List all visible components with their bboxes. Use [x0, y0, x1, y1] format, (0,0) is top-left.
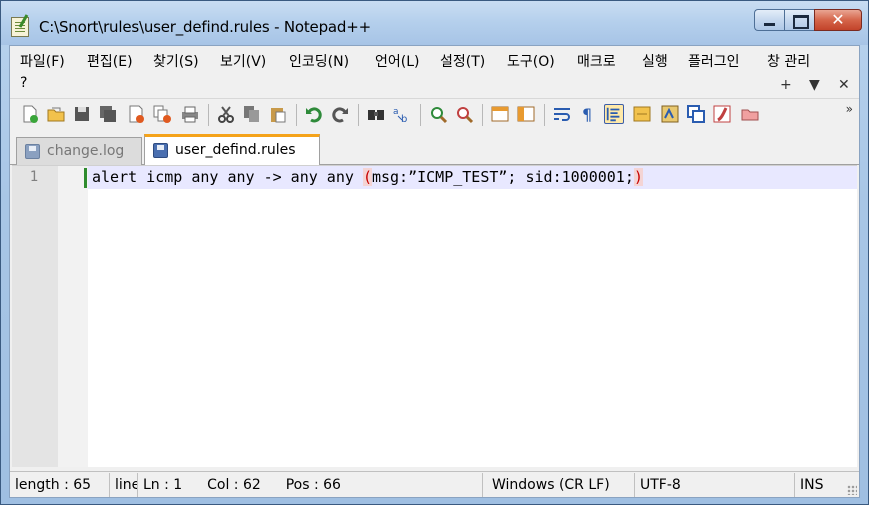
tab-change-log[interactable]: change.log ✕	[16, 137, 142, 188]
code-line[interactable]: alert icmp any any -> any any (msg:”ICMP…	[88, 166, 857, 189]
code-text: alert icmp any any -> any any	[92, 168, 363, 186]
copy-icon[interactable]	[242, 104, 262, 124]
menu-window[interactable]: 창 관리	[767, 51, 810, 71]
status-col: Col : 62	[207, 477, 261, 493]
notepad-app-icon	[11, 17, 29, 37]
status-length: length : 65	[10, 473, 110, 497]
function-list-icon[interactable]	[660, 104, 680, 124]
change-history-marker	[84, 168, 87, 188]
folder-icon[interactable]	[740, 104, 760, 124]
menu-language[interactable]: 언어(L)	[375, 51, 419, 71]
close-icon: ✕	[831, 10, 845, 29]
menu-tools[interactable]: 도구(O)	[507, 51, 555, 71]
zoom-out-icon[interactable]	[454, 104, 474, 124]
toolbar-separator	[482, 104, 483, 126]
new-file-icon[interactable]	[20, 104, 40, 124]
cut-icon[interactable]	[216, 104, 236, 124]
status-bar: length : 65 lines : 1 Ln : 1 Col : 62 Po…	[10, 471, 859, 497]
close-document-button[interactable]: ✕	[838, 77, 850, 93]
save-icon[interactable]	[72, 104, 92, 124]
status-eol[interactable]: Windows (CR LF)	[487, 473, 635, 497]
toolbar-separator	[544, 104, 545, 126]
menu-macro[interactable]: 매크로	[577, 51, 616, 71]
print-icon[interactable]	[180, 104, 200, 124]
menu-search[interactable]: 찾기(S)	[153, 51, 199, 71]
status-ln: Ln : 1	[143, 477, 183, 493]
menu-edit[interactable]: 편집(E)	[87, 51, 133, 71]
menu-settings[interactable]: 설정(T)	[440, 51, 485, 71]
close-file-icon[interactable]	[126, 104, 146, 124]
close-all-icon[interactable]	[152, 104, 172, 124]
toolbar: ab ¶ »	[10, 98, 859, 130]
show-all-chars-icon[interactable]: ¶	[578, 104, 598, 124]
save-all-icon[interactable]	[98, 104, 118, 124]
status-insert-mode[interactable]: INS	[795, 473, 843, 497]
title-bar[interactable]: C:\Snort\rules\user_defind.rules - Notep…	[1, 1, 868, 45]
status-pos: Pos : 66	[285, 477, 341, 493]
minimize-button[interactable]	[754, 9, 784, 31]
new-tab-plus-button[interactable]: +	[780, 77, 792, 93]
toolbar-separator	[420, 104, 421, 126]
svg-text:a: a	[393, 107, 399, 117]
window-controls: ✕	[754, 9, 862, 31]
macro-record-icon[interactable]	[712, 104, 732, 124]
resize-grip[interactable]	[847, 485, 857, 495]
menu-plugins[interactable]: 플러그인	[688, 51, 740, 71]
sync-horizontal-icon[interactable]	[516, 104, 536, 124]
close-window-button[interactable]: ✕	[814, 9, 862, 31]
line-number-gutter: 1	[12, 166, 58, 467]
tab-list-dropdown-button[interactable]: ▼	[809, 77, 820, 93]
replace-icon[interactable]: ab	[392, 104, 412, 124]
tab-bar: change.log ✕ user_defind.rules ✕	[10, 132, 859, 188]
notepadpp-window: C:\Snort\rules\user_defind.rules - Notep…	[0, 0, 869, 505]
tab-label: user_defind.rules	[175, 142, 296, 158]
indent-guide-icon[interactable]	[604, 104, 624, 124]
client-area: 파일(F) 편집(E) 찾기(S) 보기(V) 인코딩(N) 언어(L) 설정(…	[9, 45, 860, 498]
toolbar-separator	[296, 104, 297, 126]
window-title: C:\Snort\rules\user_defind.rules - Notep…	[39, 18, 371, 36]
toolbar-overflow-icon[interactable]: »	[846, 102, 853, 116]
fold-margin[interactable]	[58, 166, 88, 467]
brace-highlight: (	[362, 168, 372, 186]
doc-map-icon[interactable]	[632, 104, 652, 124]
menu-run[interactable]: 실행	[642, 51, 668, 71]
undo-icon[interactable]	[304, 104, 324, 124]
svg-text:¶: ¶	[582, 105, 592, 124]
clone-icon[interactable]	[686, 104, 706, 124]
zoom-in-icon[interactable]	[428, 104, 448, 124]
line-number: 1	[29, 169, 39, 185]
redo-icon[interactable]	[330, 104, 350, 124]
file-saved-icon	[25, 144, 40, 159]
sync-vertical-icon[interactable]	[490, 104, 510, 124]
menu-bar: 파일(F) 편집(E) 찾기(S) 보기(V) 인코딩(N) 언어(L) 설정(…	[10, 46, 859, 98]
status-position: Ln : 1 Col : 62 Pos : 66	[138, 473, 483, 497]
svg-text:b: b	[401, 114, 407, 124]
tab-label: change.log	[47, 143, 125, 159]
paste-icon[interactable]	[268, 104, 288, 124]
word-wrap-icon[interactable]	[552, 104, 572, 124]
menu-view[interactable]: 보기(V)	[220, 51, 266, 71]
toolbar-separator	[208, 104, 209, 126]
menu-help[interactable]: ?	[20, 75, 27, 91]
file-saved-icon	[153, 143, 168, 158]
code-text: msg:”ICMP_TEST”; sid:1000001;	[371, 168, 634, 186]
toolbar-separator	[358, 104, 359, 126]
menu-encoding[interactable]: 인코딩(N)	[289, 51, 349, 71]
editor-area[interactable]: 1 alert icmp any any -> any any (msg:”IC…	[12, 165, 857, 467]
tab-user-defind-rules[interactable]: user_defind.rules ✕	[144, 134, 320, 187]
brace-highlight: )	[633, 168, 643, 186]
maximize-button[interactable]	[784, 9, 814, 31]
find-icon[interactable]	[366, 104, 386, 124]
menu-file[interactable]: 파일(F)	[20, 51, 65, 71]
status-lines: lines : 1	[110, 473, 138, 497]
open-file-icon[interactable]	[46, 104, 66, 124]
status-encoding[interactable]: UTF-8	[635, 473, 795, 497]
